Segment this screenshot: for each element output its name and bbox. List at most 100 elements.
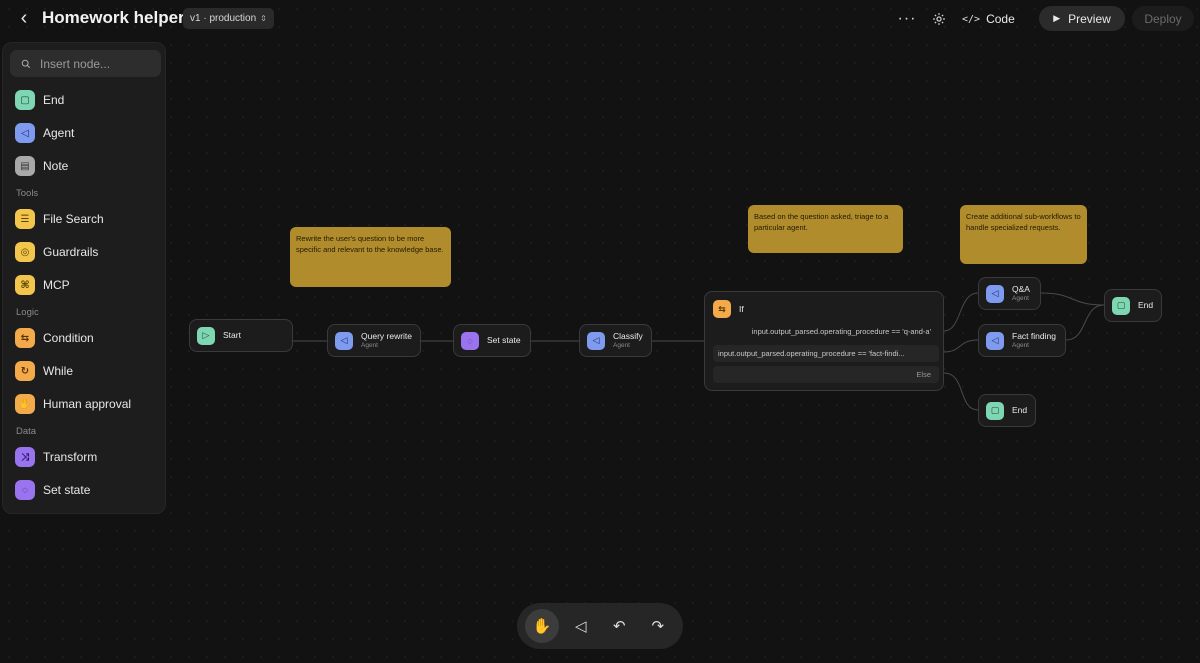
more-icon: ···	[897, 10, 917, 27]
section-tools: Tools	[16, 188, 39, 199]
sidebar-item-condition[interactable]: ⇆ Condition	[15, 327, 94, 349]
if-condition-fact-finding[interactable]: input.output_parsed.operating_procedure …	[713, 345, 939, 362]
set-state-icon: ◌	[15, 480, 35, 500]
node-label: Set state	[487, 334, 521, 345]
agent-icon: ◁	[986, 331, 1004, 350]
condition-icon: ⇆	[15, 328, 35, 348]
undo-icon: ↶	[612, 618, 626, 635]
sidebar-item-end[interactable]: ▢ End	[15, 89, 64, 111]
agent-icon: ◁	[335, 331, 353, 350]
if-condition-qa[interactable]: input.output_parsed.operating_procedure …	[713, 323, 939, 340]
sidebar-item-label: Transform	[43, 450, 98, 464]
node-sublabel: Agent	[613, 341, 630, 349]
node-label: Q&A	[1012, 283, 1030, 294]
sidebar-item-label: Note	[43, 159, 69, 173]
set-state-icon: ◌	[461, 331, 479, 350]
sidebar-item-label: End	[43, 93, 65, 107]
sidebar-item-transform[interactable]: ⤨ Transform	[15, 446, 97, 468]
edge-qa-end	[1040, 292, 1105, 306]
sidebar-item-label: Agent	[43, 126, 75, 140]
node-if[interactable]: ⇆ If input.output_parsed.operating_proce…	[704, 291, 944, 391]
more-options-button[interactable]: ···	[896, 9, 918, 29]
node-search[interactable]	[10, 50, 161, 77]
sidebar-item-label: MCP	[43, 278, 70, 292]
sidebar-item-label: File Search	[43, 212, 104, 226]
search-input[interactable]	[40, 56, 150, 71]
sidebar-item-note[interactable]: ▤ Note	[15, 155, 68, 177]
node-sublabel: Agent	[1012, 294, 1029, 302]
node-end-bottom[interactable]: ▢ End	[978, 394, 1036, 427]
section-logic: Logic	[16, 307, 39, 318]
play-icon: ▶	[1053, 13, 1061, 23]
node-set-state[interactable]: ◌ Set state	[453, 324, 531, 357]
node-label: Start	[223, 329, 241, 340]
workflow-canvas[interactable]: Rewrite the user's question to be more s…	[0, 0, 1200, 663]
sidebar-item-guardrails[interactable]: ◎ Guardrails	[15, 241, 98, 263]
end-icon: ▢	[15, 90, 35, 110]
deploy-button[interactable]: Deploy	[1132, 6, 1194, 31]
note-subworkflows[interactable]: Create additional sub-workflows to handl…	[960, 205, 1087, 264]
select-tool-button[interactable]: ◁	[564, 609, 598, 643]
sidebar-item-set-state[interactable]: ◌ Set state	[15, 479, 90, 501]
sidebar-item-file-search[interactable]: ☰ File Search	[15, 208, 104, 230]
sidebar-item-agent[interactable]: ◁ Agent	[15, 122, 74, 144]
deploy-label: Deploy	[1144, 11, 1182, 26]
redo-button[interactable]: ↷	[641, 609, 675, 643]
edge-fact-end	[1065, 304, 1105, 341]
section-data: Data	[16, 426, 37, 437]
agent-icon: ◁	[587, 331, 605, 350]
while-icon: ↻	[15, 361, 35, 381]
node-classify[interactable]: ◁ Classify Agent	[579, 324, 652, 357]
search-icon	[21, 59, 31, 68]
end-icon: ▢	[1112, 296, 1130, 315]
edge-if-fact	[943, 339, 979, 353]
note-triage[interactable]: Based on the question asked, triage to a…	[748, 205, 903, 253]
version-selector[interactable]: v1 · production ⇕	[183, 8, 274, 29]
node-query-rewrite[interactable]: ◁ Query rewrite Agent	[327, 324, 421, 357]
agent-icon: ◁	[15, 123, 35, 143]
chevron-left-icon: ‹	[20, 6, 28, 29]
mcp-icon: ⌘	[15, 275, 35, 295]
note-rewrite[interactable]: Rewrite the user's question to be more s…	[290, 227, 451, 287]
workflow-title: Homework helper	[42, 8, 185, 27]
sidebar-item-while[interactable]: ↻ While	[15, 360, 73, 382]
top-bar: ‹ Homework helper v1 · production ⇕ ··· …	[0, 0, 1200, 38]
if-condition-else[interactable]: Else	[713, 366, 939, 383]
node-label: If	[739, 304, 744, 314]
pan-tool-button[interactable]: ✋	[525, 609, 560, 643]
node-fact-finding[interactable]: ◁ Fact finding Agent	[978, 324, 1066, 357]
node-sublabel: Agent	[1012, 341, 1029, 349]
node-label: Query rewrite	[361, 330, 413, 341]
sidebar-item-label: Set state	[43, 483, 91, 497]
note-icon: ▤	[15, 156, 35, 176]
code-icon: </>	[962, 13, 981, 25]
condition-icon: ⇆	[713, 300, 731, 318]
hand-icon: ✋	[532, 618, 552, 635]
settings-button[interactable]	[929, 9, 949, 29]
node-label: End	[1138, 299, 1154, 310]
code-button[interactable]: </> Code	[962, 8, 1015, 30]
transform-icon: ⤨	[15, 447, 35, 467]
undo-button[interactable]: ↶	[602, 609, 636, 643]
node-label: Fact finding	[1012, 330, 1056, 341]
sidebar-item-mcp[interactable]: ⌘ MCP	[15, 274, 70, 296]
node-qa[interactable]: ◁ Q&A Agent	[978, 277, 1041, 310]
end-icon: ▢	[986, 401, 1004, 420]
sidebar-item-label: While	[43, 364, 74, 378]
preview-button[interactable]: ▶ Preview	[1039, 6, 1125, 31]
sidebar-item-label: Condition	[43, 331, 94, 345]
back-button[interactable]: ‹	[14, 6, 34, 29]
chevron-updown-icon: ⇕	[260, 14, 267, 23]
canvas-toolbar: ✋ ◁ ↶ ↷	[517, 603, 683, 649]
sidebar-item-human-approval[interactable]: ✋ Human approval	[15, 393, 131, 415]
node-palette-sidebar: ▢ End ◁ Agent ▤ Note Tools ☰ File Search…	[2, 42, 166, 514]
node-end-top[interactable]: ▢ End	[1104, 289, 1162, 322]
human-approval-icon: ✋	[15, 394, 35, 414]
file-search-icon: ☰	[15, 209, 35, 229]
code-label: Code	[986, 12, 1015, 26]
redo-icon: ↷	[651, 618, 665, 635]
node-start[interactable]: ▷ Start	[189, 319, 293, 352]
guardrails-icon: ◎	[15, 242, 35, 262]
gear-icon	[933, 13, 945, 25]
sidebar-item-label: Human approval	[43, 397, 132, 411]
